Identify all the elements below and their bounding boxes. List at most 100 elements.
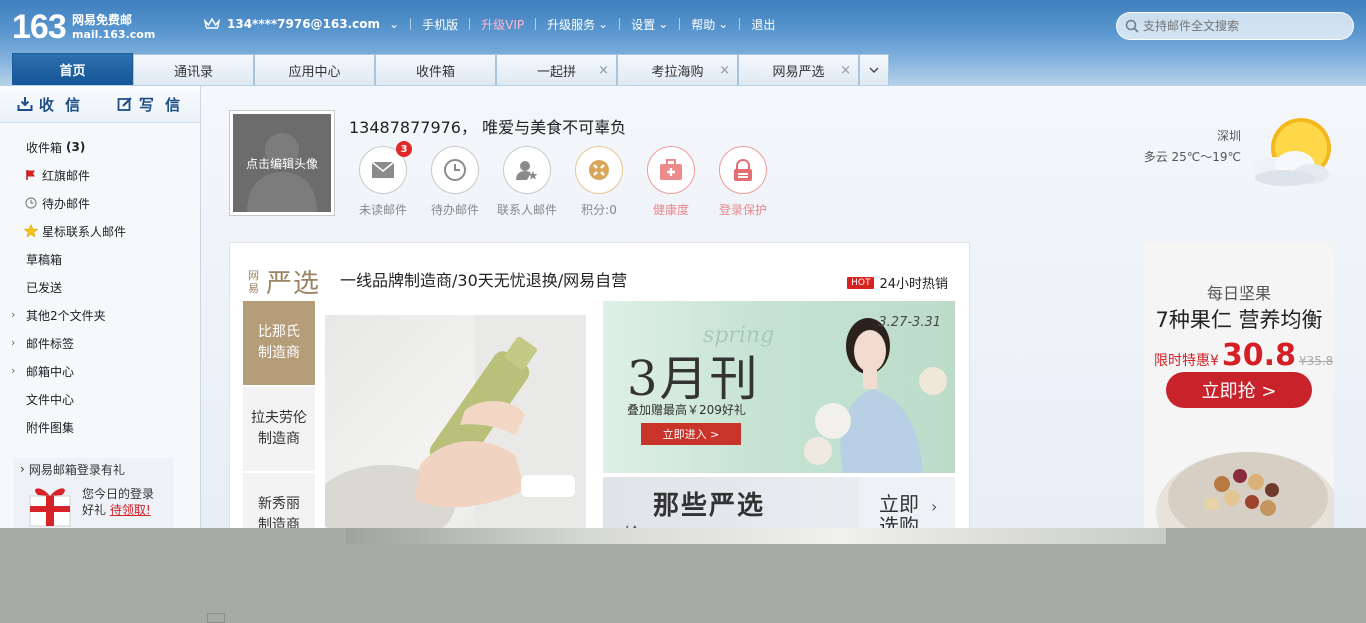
clock-icon [444,159,466,181]
banner-subtitle: 叠加赠最高￥209好礼 [627,403,746,417]
star-icon [24,224,38,238]
promo-line: 好礼 [82,503,107,517]
product-image[interactable] [325,315,586,528]
hot-label: 24小时热销 [879,277,948,292]
tab-bar: 首页 通讯录 应用中心 收件箱 一起拼 × 考拉海购 × 网易严选 × [12,53,889,85]
folder-todo[interactable]: 待办邮件 [0,189,200,217]
search-icon [1125,19,1139,33]
tab-yiqipin[interactable]: 一起拼 × [496,54,617,85]
close-icon[interactable]: × [598,63,609,78]
partly-cloudy-icon [1253,118,1331,186]
tab-overflow-button[interactable] [859,54,889,85]
red-flag-icon [24,168,38,182]
receive-label: 收 信 [38,95,84,114]
banner-title: 3月刊 [627,351,760,407]
download-inbox-icon [17,97,33,111]
yanxuan-logo-big: 严选 [266,269,321,299]
ad-price-row: 限时特惠¥ 30.8 ¥35.8 [1154,338,1333,373]
yanxuan-logo-small: 网易 [248,268,259,295]
folder-tags[interactable]: › 邮件标签 [0,329,200,357]
vendor-tab-samsonite[interactable]: 新秀丽 制造商 [243,473,315,528]
folder-label: 星标联系人邮件 [42,224,127,239]
clock-icon [24,196,38,210]
lotion-bottle-image [325,315,586,528]
receive-mail-button[interactable]: 收 信 [0,86,100,122]
chevron-right-icon[interactable]: › [11,364,15,377]
tab-inbox[interactable]: 收件箱 [375,54,496,85]
folder-mail-center[interactable]: › 邮箱中心 [0,357,200,385]
search-box[interactable] [1116,12,1354,40]
stat-label: 健康度 [652,203,689,217]
folder-inbox[interactable]: 收件箱 (3) [0,133,200,161]
logout-link[interactable]: 退出 [751,16,775,33]
avatar[interactable]: 点击编辑头像 [229,110,335,216]
chevron-right-icon[interactable]: › [11,336,15,349]
tab-kaola[interactable]: 考拉海购 × [617,54,738,85]
stat-login-protect[interactable]: 登录保护 [707,146,779,218]
folder-red-flag[interactable]: 红旗邮件 [0,161,200,189]
account-menu[interactable]: 134****7976@163.com ⌄ [204,17,399,31]
mail-logo[interactable]: 163 网易免费邮 mail.163.com [12,8,155,46]
yanxuan-logo[interactable]: 网易 严选 [248,263,320,300]
stat-contacts[interactable]: 联系人邮件 [491,146,563,218]
folder-drafts[interactable]: 草稿箱 [0,245,200,273]
points-icon [589,160,609,180]
promo-title: 网易邮箱登录有礼 [28,462,125,477]
tab-label: 一起拼 [536,64,576,80]
close-icon[interactable]: × [719,63,730,78]
contact-star-icon [516,161,538,180]
stat-label: 联系人邮件 [496,203,557,217]
tab-label: 应用中心 [288,64,341,80]
stat-todo[interactable]: 待办邮件 [419,146,491,218]
upgrade-service-menu[interactable]: 升级服务 ⌄ [547,16,608,33]
login-gift-promo[interactable]: › 网易邮箱登录有礼 您今日的登录 好礼 待领取! [14,458,174,528]
main-content: 点击编辑头像 13487877976， 唯爱与美食不可辜负 3 未读邮件 待办邮… [201,86,1366,528]
upgrade-vip-link[interactable]: 升级VIP [481,16,524,33]
yanxuan-picks-banner[interactable]: 那些严选 给 立即 选购 › [603,477,955,528]
mail-stats: 3 未读邮件 待办邮件 联系人邮件 积分:0 健康度 登录保护 [347,141,779,218]
close-icon[interactable]: × [840,63,851,78]
folder-file-center[interactable]: 文件中心 [0,385,200,413]
stat-health[interactable]: 健康度 [635,146,707,218]
stat-unread[interactable]: 3 未读邮件 [347,141,419,218]
chevron-right-icon[interactable]: › [11,308,15,321]
nuts-ad[interactable]: 每日坚果 7种果仁 营养均衡 限时特惠¥ 30.8 ¥35.8 立即抢 > [1144,242,1334,528]
mobile-link[interactable]: 手机版 [422,16,458,33]
folder-label: 邮箱中心 [26,364,75,379]
claim-link[interactable]: 待领取! [110,503,151,517]
folder-starred-contacts[interactable]: 星标联系人邮件 [0,217,200,245]
folder-attachments[interactable]: 附件图集 [0,413,200,441]
enter-now-button[interactable]: 立即进入 > [641,423,741,445]
vendor-list: 比那氏 制造商 拉夫劳伦 制造商 新秀丽 制造商 [243,301,315,528]
folder-sent[interactable]: 已发送 [0,273,200,301]
edit-avatar-label: 点击编辑头像 [245,156,318,171]
top-header: 163 网易免费邮 mail.163.com 134****7976@163.c… [0,0,1366,86]
vendor-tab-ralph-lauren[interactable]: 拉夫劳伦 制造商 [243,387,315,471]
stat-label: 待办邮件 [430,203,479,217]
yanxuan-slogan: 一线品牌制造商/30天无忧退换/网易自营 [340,271,628,290]
tab-label: 通讯录 [173,64,213,80]
tab-contacts[interactable]: 通讯录 [133,54,254,85]
lock-icon [734,158,752,181]
promo-line: 您今日的登录 [82,487,155,501]
tab-app-center[interactable]: 应用中心 [254,54,375,85]
write-mail-button[interactable]: 写 信 [100,86,200,122]
tab-yanxuan[interactable]: 网易严选 × [738,54,859,85]
tab-home[interactable]: 首页 [12,53,133,85]
buy-now-link[interactable]: 立即 选购 › [859,477,955,528]
hot-sales[interactable]: HOT 24小时热销 [847,273,948,292]
crown-icon [204,18,220,29]
ad-marker-icon [207,613,225,623]
help-menu[interactable]: 帮助 ⌄ [691,16,728,33]
settings-menu[interactable]: 设置 ⌄ [631,16,668,33]
chevron-down-icon: ⌄ [389,17,400,31]
buy-now-button[interactable]: 立即抢 > [1166,372,1312,408]
stat-points[interactable]: 积分:0 [563,146,635,218]
search-input[interactable] [1143,19,1343,33]
weather-widget[interactable]: 深圳 多云 25℃～19℃ [1141,126,1241,168]
folder-other[interactable]: › 其他2个文件夹 [0,301,200,329]
vendor-tab-binashi[interactable]: 比那氏 制造商 [243,301,315,385]
unread-badge: 3 [396,141,412,157]
march-issue-banner[interactable]: 3.27-3.31 spring 3月刊 叠加赠最高￥209好礼 立即进入 > [603,301,955,473]
upgrade-service-label: 升级服务 [547,17,596,32]
